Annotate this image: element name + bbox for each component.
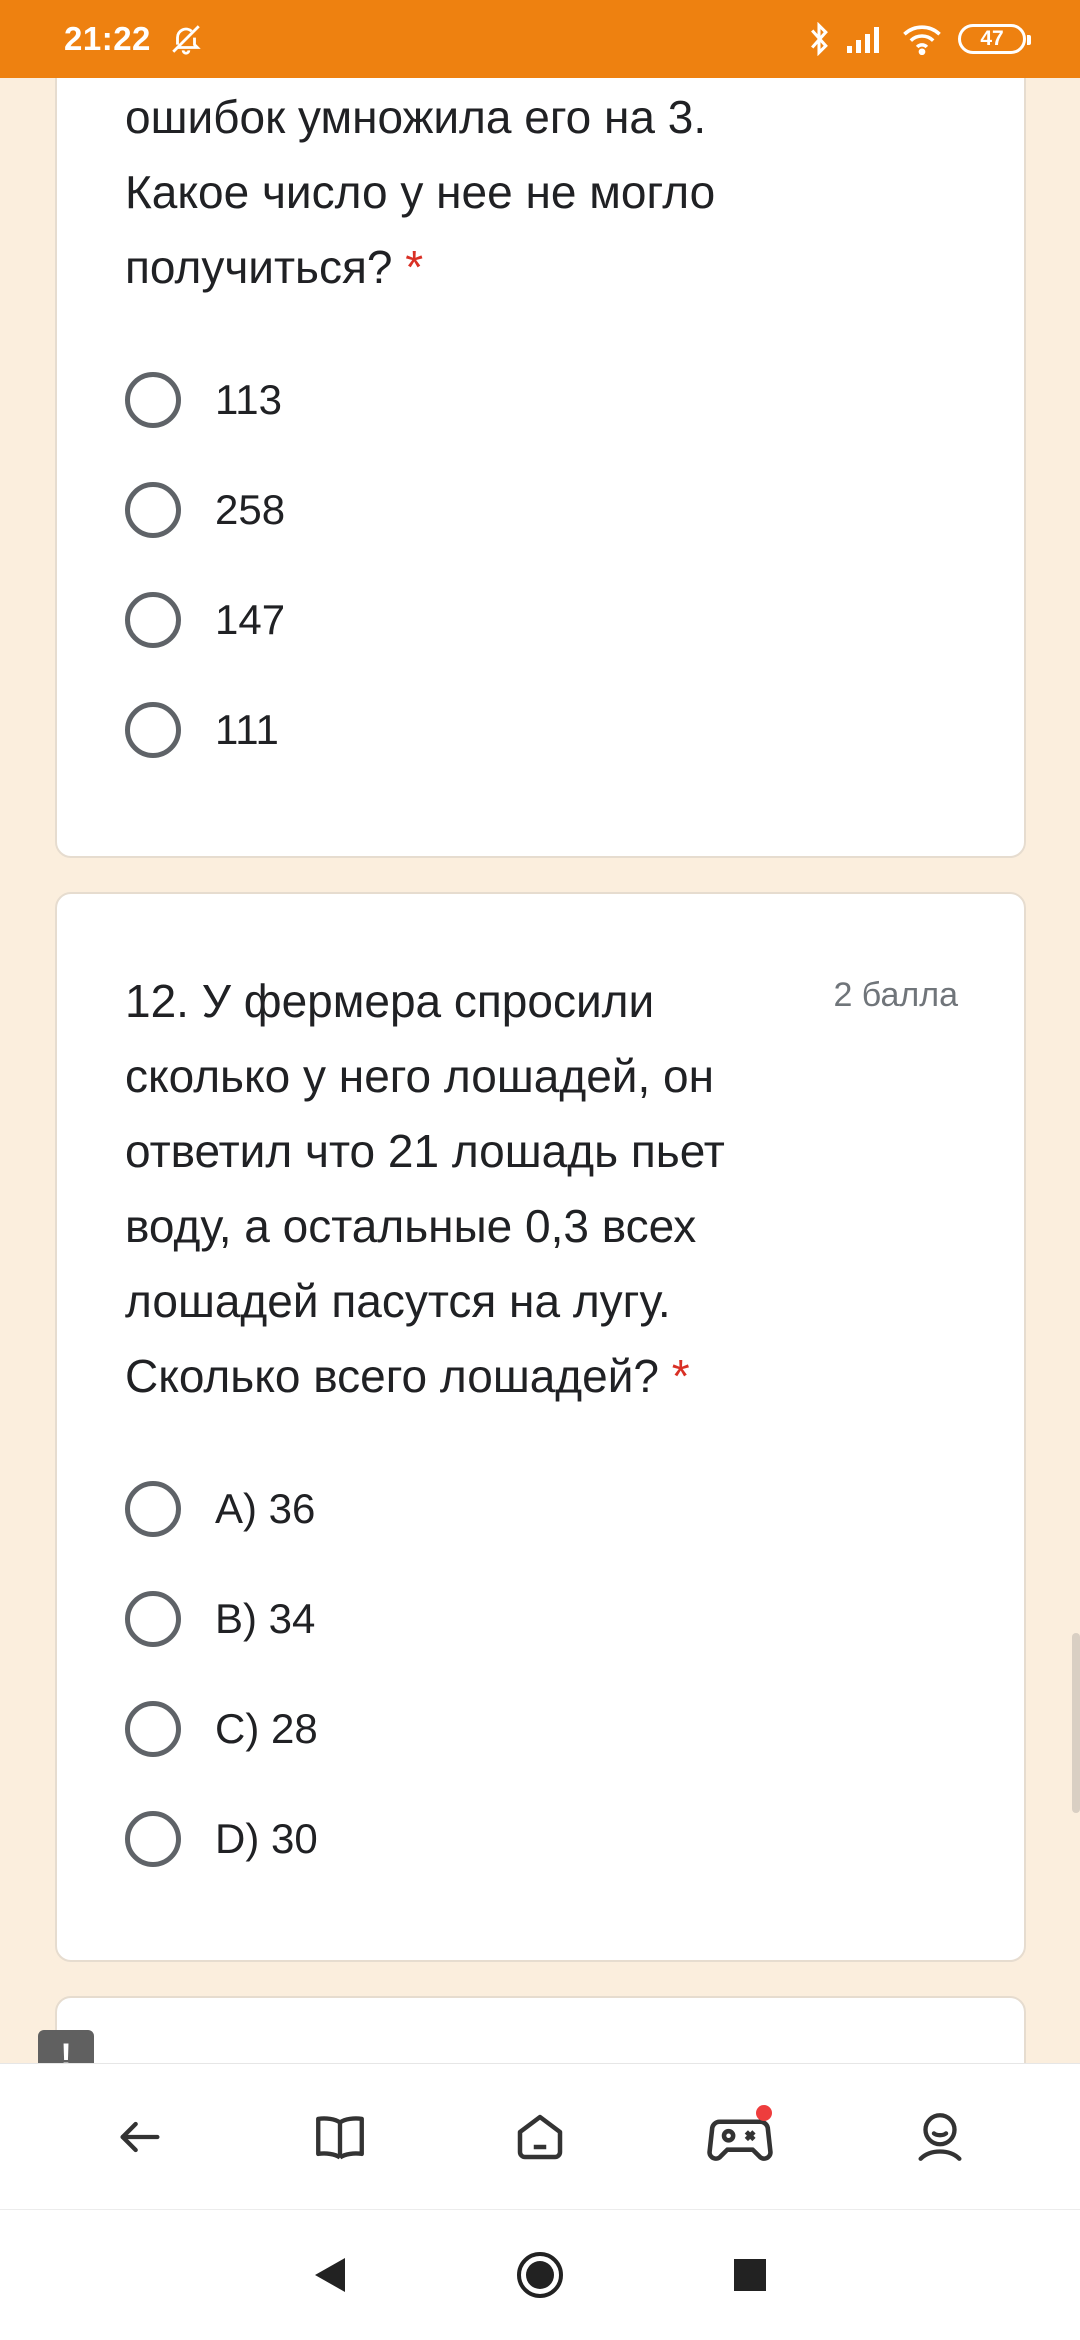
wifi-icon (903, 25, 941, 55)
required-asterisk: * (671, 1350, 690, 1402)
radio-option[interactable]: C) 28 (125, 1674, 318, 1784)
option-label: 147 (215, 596, 286, 643)
radio-button[interactable] (125, 482, 181, 538)
question-line: 12. У фермера спросили (125, 975, 655, 1027)
radio-button[interactable] (125, 1481, 181, 1537)
question-line: лошадей пасутся на лугу. (125, 1275, 671, 1327)
profile-icon (918, 2112, 962, 2161)
notification-dot (756, 2104, 772, 2121)
home-icon (517, 2114, 563, 2159)
signal-icon (847, 27, 879, 53)
system-back-button[interactable] (300, 2245, 360, 2305)
radio-option[interactable]: A) 36 (125, 1454, 318, 1564)
bottom-navigation (0, 2063, 1080, 2209)
mute-bell-icon (172, 25, 201, 55)
battery-icon: 47 (958, 24, 1031, 54)
question-line-text: получиться? (125, 241, 393, 293)
form-content[interactable]: ошибок умножила его на 3. Какое число у … (0, 78, 1080, 2063)
question-line-text: Сколько всего лошадей? (125, 1350, 660, 1402)
recents-square-icon (734, 2259, 766, 2291)
radio-button[interactable] (125, 702, 181, 758)
system-navigation-bar (0, 2209, 1080, 2340)
question-text: 12. У фермера спросили сколько у него ло… (125, 964, 805, 1414)
question-line: ответил что 21 лошадь пьет (125, 1125, 725, 1177)
exclamation-icon: ! (60, 2036, 72, 2064)
radio-button[interactable] (125, 592, 181, 648)
radio-option[interactable]: B) 34 (125, 1564, 318, 1674)
back-button[interactable] (90, 2087, 190, 2187)
option-label: A) 36 (215, 1485, 316, 1532)
status-bar: 21:22 47 (0, 0, 1080, 78)
profile-button[interactable] (890, 2087, 990, 2187)
required-asterisk: * (405, 241, 424, 293)
battery-level: 47 (980, 27, 1004, 50)
system-recents-button[interactable] (720, 2245, 780, 2305)
option-label: B) 34 (215, 1595, 316, 1642)
bookmarks-button[interactable] (290, 2087, 390, 2187)
radio-option[interactable]: 111 (125, 675, 285, 785)
feedback-button[interactable]: ! (38, 2030, 94, 2063)
radio-button[interactable] (125, 1811, 181, 1867)
back-triangle-icon (315, 2258, 345, 2292)
radio-button[interactable] (125, 1591, 181, 1647)
back-arrow-icon (120, 2121, 160, 2152)
system-home-button[interactable] (510, 2245, 570, 2305)
option-label: 111 (215, 706, 279, 753)
question-line: воду, а остальные 0,3 всех (125, 1200, 697, 1252)
radio-button[interactable] (125, 1701, 181, 1757)
home-circle-icon (517, 2252, 563, 2298)
games-button[interactable] (690, 2087, 790, 2187)
question-text: ошибок умножила его на 3. Какое число у … (125, 80, 925, 305)
radio-button[interactable] (125, 372, 181, 428)
status-time: 21:22 (64, 20, 151, 57)
question-line: сколько у него лошадей, он (125, 1050, 715, 1102)
radio-option[interactable]: D) 30 (125, 1784, 318, 1894)
options-list: 113 258 147 111 (125, 345, 285, 785)
bluetooth-icon (811, 22, 828, 56)
question-line: ошибок умножила его на 3. (125, 91, 707, 143)
option-label: D) 30 (215, 1815, 318, 1862)
question-card-11: ошибок умножила его на 3. Какое число у … (55, 78, 1026, 858)
question-line: Какое число у нее не могло (125, 166, 716, 218)
radio-option[interactable]: 147 (125, 565, 285, 675)
scrollbar[interactable] (1072, 1633, 1080, 1813)
question-card-12: 12. У фермера спросили сколько у него ло… (55, 892, 1026, 1962)
question-line: получиться? * (125, 230, 925, 305)
radio-option[interactable]: 258 (125, 455, 285, 565)
points-label: 2 балла (833, 976, 958, 1014)
option-label: C) 28 (215, 1705, 318, 1752)
option-label: 113 (215, 376, 282, 423)
home-button[interactable] (490, 2087, 590, 2187)
question-card-next (55, 1996, 1026, 2063)
option-label: 258 (215, 486, 286, 533)
book-icon (316, 2115, 364, 2159)
options-list: A) 36 B) 34 C) 28 D) 30 (125, 1454, 318, 1894)
question-line: Сколько всего лошадей? * (125, 1339, 805, 1414)
radio-option[interactable]: 113 (125, 345, 285, 455)
